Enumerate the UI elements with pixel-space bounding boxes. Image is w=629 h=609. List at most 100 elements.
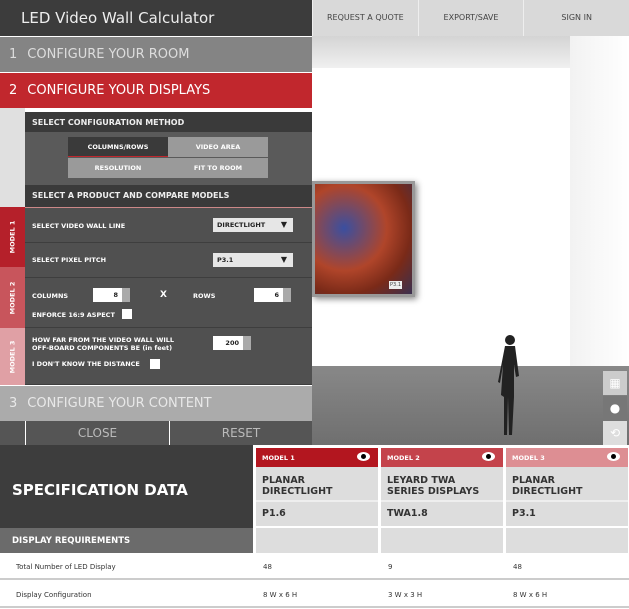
blank-cell (506, 528, 628, 553)
config-method-area: COLUMNS/ROWS VIDEO AREA RESOLUTION FIT T… (25, 132, 312, 185)
tab-label: MODEL 2 (8, 281, 17, 314)
step-1-configure-room[interactable]: 1 CONFIGURE YOUR ROOM (0, 37, 312, 72)
close-button[interactable]: CLOSE (26, 421, 169, 445)
dropdown-arrow-icon: ▼ (280, 255, 287, 264)
tab-label: MODEL 1 (8, 220, 17, 254)
product-code: P1.6 (256, 502, 378, 526)
columns-input[interactable]: 8 (93, 288, 122, 302)
step-label: CONFIGURE YOUR ROOM (27, 47, 190, 62)
model-tab-label: MODEL 3 (512, 454, 545, 462)
table-row: Total Number of LED Display 48 9 48 (0, 553, 629, 580)
cell-value: 48 (513, 563, 522, 571)
blank-cell (256, 528, 378, 553)
pixel-pitch-select[interactable]: P3.1 ▼ (213, 253, 293, 267)
step-number: 3 (9, 396, 18, 411)
export-save-link[interactable]: EXPORT/SAVE (417, 0, 524, 36)
aspect-label: ENFORCE 16:9 ASPECT (32, 311, 115, 319)
display-requirements-heading: DISPLAY REQUIREMENTS (0, 528, 253, 553)
name-line: DIRECTLIGHT (512, 486, 583, 497)
step-2-configure-displays[interactable]: 2 CONFIGURE YOUR DISPLAYS (0, 73, 312, 108)
product-name: PLANAR DIRECTLIGHT (256, 467, 378, 502)
distance-stepper[interactable] (243, 336, 251, 350)
floor (312, 366, 629, 445)
model-3-tab[interactable]: MODEL 3 (0, 328, 25, 385)
method-columns-rows[interactable]: COLUMNS/ROWS (68, 137, 168, 157)
columns-stepper[interactable] (122, 288, 130, 302)
app-title: LED Video Wall Calculator (0, 0, 312, 36)
name-line: SERIES DISPLAYS (387, 486, 480, 497)
model-header: MODEL 1 (256, 448, 378, 467)
step-number: 2 (9, 83, 18, 98)
columns-rows-row: COLUMNS 8 X ROWS 6 ENFORCE 16:9 ASPECT (25, 278, 312, 328)
rows-stepper[interactable] (283, 288, 291, 302)
distance-label-line1: HOW FAR FROM THE VIDEO WALL WILL (32, 336, 175, 344)
eye-icon[interactable] (482, 452, 495, 461)
name-line: PLANAR (262, 475, 305, 486)
model-header: MODEL 3 (506, 448, 628, 467)
step-label: CONFIGURE YOUR DISPLAYS (27, 83, 211, 98)
wall-line-label: SELECT VIDEO WALL LINE (32, 222, 126, 230)
columns-label: COLUMNS (32, 292, 69, 300)
cell-value: 8 W x 6 H (513, 591, 548, 599)
person-toggle-icon[interactable]: ● (603, 396, 627, 420)
product-name: PLANAR DIRECTLIGHT (506, 467, 628, 502)
spec-title: SPECIFICATION DATA (0, 445, 253, 528)
rows-label: ROWS (193, 292, 216, 300)
reset-button[interactable]: RESET (170, 421, 312, 445)
method-fit-to-room[interactable]: FIT TO ROOM (168, 158, 268, 178)
row-label: Total Number of LED Display (16, 563, 116, 571)
wall-line-row: SELECT VIDEO WALL LINE DIRECTLIGHT ▼ (25, 207, 312, 243)
step-label: CONFIGURE YOUR CONTENT (27, 396, 212, 411)
cell-value: 48 (263, 563, 272, 571)
times-label: X (160, 290, 167, 300)
distance-label-line2: OFF-BOARD COMPONENTS BE (in feet) (32, 344, 173, 352)
step-3-configure-content[interactable]: 3 CONFIGURE YOUR CONTENT (0, 386, 312, 421)
side-wall (570, 36, 629, 416)
product-heading: SELECT A PRODUCT AND COMPARE MODELS (25, 185, 312, 207)
model-1-column: MODEL 1 PLANAR DIRECTLIGHT P1.6 (256, 448, 378, 526)
screen-pitch-label: P3.1 (389, 281, 402, 289)
name-line: LEYARD TWA (387, 475, 456, 486)
table-row: Display Configuration 8 W x 6 H 3 W x 3 … (0, 581, 629, 608)
blank-cell (381, 528, 503, 553)
grid-view-icon[interactable]: ▦ (603, 371, 627, 395)
pixel-pitch-label: SELECT PIXEL PITCH (32, 256, 107, 264)
name-line: DIRECTLIGHT (262, 486, 333, 497)
model-1-tab[interactable]: MODEL 1 (0, 207, 25, 267)
cell-value: 9 (388, 563, 393, 571)
enforce-aspect-checkbox[interactable] (122, 309, 132, 319)
person-silhouette-icon (498, 335, 519, 435)
method-resolution[interactable]: RESOLUTION (68, 158, 168, 178)
button-bar-spacer (0, 421, 25, 445)
sign-in-link[interactable]: SIGN IN (523, 0, 629, 36)
tab-label: MODEL 3 (8, 340, 17, 373)
pixel-pitch-row: SELECT PIXEL PITCH P3.1 ▼ (25, 243, 312, 278)
request-quote-link[interactable]: REQUEST A QUOTE (312, 0, 418, 36)
unknown-distance-checkbox[interactable] (150, 359, 160, 369)
wall-line-select[interactable]: DIRECTLIGHT ▼ (213, 218, 293, 232)
dropdown-arrow-icon: ▼ (280, 220, 287, 229)
model-header: MODEL 2 (381, 448, 503, 467)
model-tab-label: MODEL 1 (262, 454, 295, 462)
video-wall-preview[interactable]: P3.1 (312, 181, 415, 297)
distance-input[interactable]: 200 (213, 336, 243, 350)
rows-input[interactable]: 6 (254, 288, 283, 302)
step-number: 1 (9, 47, 18, 62)
distance-row: HOW FAR FROM THE VIDEO WALL WILL OFF-BOA… (25, 328, 312, 385)
side-strip (0, 108, 25, 207)
select-value: P3.1 (217, 256, 234, 264)
name-line: PLANAR (512, 475, 555, 486)
row-label: Display Configuration (16, 591, 92, 599)
config-method-heading: SELECT CONFIGURATION METHOD (25, 112, 312, 132)
rotate-view-icon[interactable]: ⟲ (603, 421, 627, 445)
product-code: TWA1.8 (381, 502, 503, 526)
model-tab-label: MODEL 2 (387, 454, 420, 462)
select-value: DIRECTLIGHT (217, 221, 266, 229)
product-name: LEYARD TWA SERIES DISPLAYS (381, 467, 503, 502)
eye-icon[interactable] (607, 452, 620, 461)
cell-value: 8 W x 6 H (263, 591, 298, 599)
cell-value: 3 W x 3 H (388, 591, 423, 599)
model-2-tab[interactable]: MODEL 2 (0, 267, 25, 328)
eye-icon[interactable] (357, 452, 370, 461)
method-video-area[interactable]: VIDEO AREA (168, 137, 268, 157)
